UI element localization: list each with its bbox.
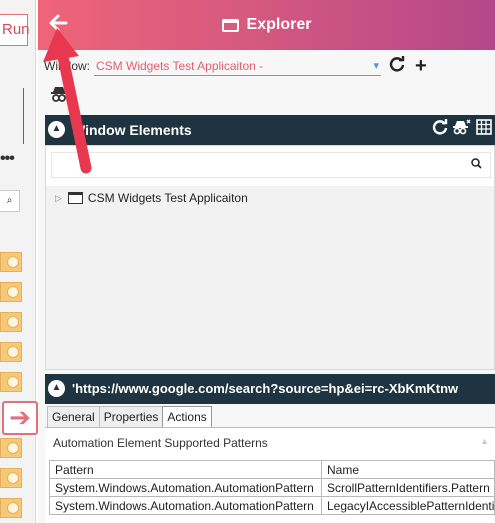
tree-node[interactable]: ▷ CSM Widgets Test Applicaiton <box>55 191 248 205</box>
arrow-right-icon[interactable]: ➔ <box>2 401 38 435</box>
explorer-header: Explorer <box>38 0 495 50</box>
tile-icon[interactable] <box>0 438 22 458</box>
table-header-row: Pattern Name <box>49 460 495 479</box>
refresh-icon[interactable] <box>389 55 405 77</box>
window-elements-header: ▲ Window Elements <box>45 115 495 145</box>
back-arrow-icon[interactable] <box>48 13 72 37</box>
element-tree: ▷ CSM Widgets Test Applicaiton <box>46 186 494 369</box>
patterns-table: Pattern Name System.Windows.Automation.A… <box>49 460 495 515</box>
table-cell: ScrollPatternIdentifiers.Pattern <box>321 478 495 497</box>
chevron-up-icon[interactable]: ▲ <box>480 436 489 446</box>
tile-icon[interactable] <box>0 252 22 272</box>
tab-general[interactable]: General <box>47 406 100 428</box>
grid-icon[interactable] <box>476 119 492 140</box>
column-header-name[interactable]: Name <box>321 460 495 479</box>
tab-actions[interactable]: Actions <box>162 406 212 428</box>
tile-icon[interactable] <box>0 498 22 518</box>
tile-icon[interactable] <box>0 372 22 392</box>
window-elements-title: Window Elements <box>72 122 192 138</box>
chevron-down-icon: ▾ <box>373 60 379 72</box>
window-dropdown-value: CSM Widgets Test Applicaiton - <box>96 59 264 73</box>
tile-icon[interactable] <box>0 342 22 362</box>
explorer-panel: Explorer Window: CSM Widgets Test Applic… <box>38 0 495 523</box>
details-title: 'https://www.google.com/search?source=hp… <box>72 381 459 396</box>
refresh-icon[interactable] <box>432 119 448 140</box>
collapse-icon[interactable]: ▲ <box>48 121 65 138</box>
run-button[interactable]: Run <box>0 14 30 46</box>
window-icon <box>221 18 239 32</box>
left-panel: Run ••• ⌕ <box>0 0 36 523</box>
explorer-title: Explorer <box>246 16 312 33</box>
search-icon[interactable] <box>471 158 482 172</box>
actions-panel: Automation Element Supported Patterns ▲ … <box>45 427 495 523</box>
column-header-pattern[interactable]: Pattern <box>49 460 322 479</box>
table-row[interactable]: System.Windows.Automation.AutomationPatt… <box>49 478 495 497</box>
table-row[interactable]: System.Windows.Automation.AutomationPatt… <box>49 496 495 515</box>
spy-icon[interactable] <box>50 85 68 103</box>
collapse-icon[interactable]: ▲ <box>48 380 65 397</box>
table-cell: System.Windows.Automation.AutomationPatt… <box>49 496 322 515</box>
table-cell: LegacyIAccessiblePatternIdentifiers <box>321 496 495 515</box>
more-menu[interactable]: ••• <box>0 150 15 168</box>
tab-properties[interactable]: Properties <box>98 406 164 428</box>
window-icon <box>67 192 83 204</box>
plus-icon[interactable]: + <box>415 56 427 76</box>
tree-search-input[interactable] <box>51 152 491 178</box>
expand-icon[interactable]: ▷ <box>55 193 62 204</box>
tile-icon[interactable] <box>0 468 22 488</box>
window-elements-body: ▷ CSM Widgets Test Applicaiton <box>45 145 495 370</box>
details-tabs: General Properties Actions <box>47 406 212 428</box>
tree-node-label: CSM Widgets Test Applicaiton <box>87 191 248 205</box>
window-dropdown[interactable]: CSM Widgets Test Applicaiton - ▾ <box>94 56 381 76</box>
tile-icon[interactable] <box>0 282 22 302</box>
window-label: Window: <box>44 59 91 73</box>
tile-icon[interactable] <box>0 312 22 332</box>
spy-clear-icon[interactable] <box>453 119 471 140</box>
left-divider <box>23 88 24 144</box>
patterns-label: Automation Element Supported Patterns <box>53 436 268 450</box>
window-selector-row: Window: CSM Widgets Test Applicaiton - ▾… <box>44 55 489 77</box>
search-icon[interactable]: ⌕ <box>0 190 20 212</box>
table-cell: System.Windows.Automation.AutomationPatt… <box>49 478 322 497</box>
details-header: ▲ 'https://www.google.com/search?source=… <box>45 374 495 404</box>
